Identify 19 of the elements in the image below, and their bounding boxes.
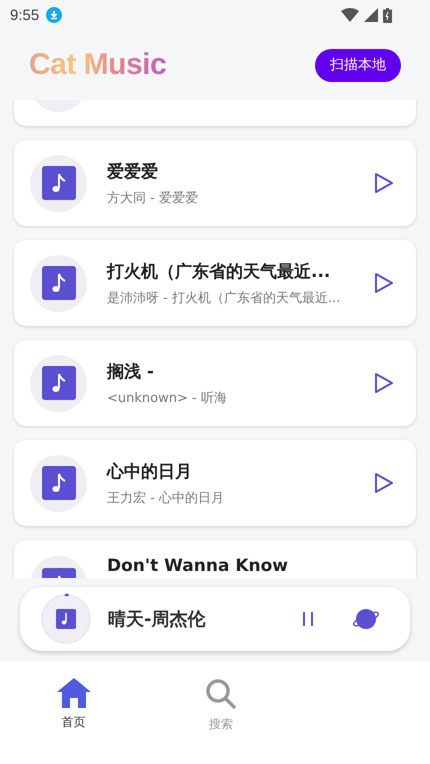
scan-button[interactable]: 扫描本地: [315, 48, 401, 82]
song-artist: 是沛沛呀 - 打火机（广东省的天气最近...: [107, 290, 342, 306]
song-title: 打火机（广东省的天气最近...: [107, 260, 332, 282]
song-card[interactable]: Don't Wanna Know: [14, 540, 416, 578]
song-artist: 方大同 - 爱爱爱: [107, 190, 199, 206]
song-artist: 王力宏 - 心中的日月: [107, 490, 225, 506]
song-title: 爱爱爱: [107, 160, 159, 182]
song-title: Don't Wanna Know: [107, 556, 290, 576]
song-card[interactable]: 搁浅 - <unknown> - 听海: [14, 340, 416, 426]
song-title: 心中的日月: [107, 460, 193, 482]
nav-tab[interactable]: 首页: [0, 677, 148, 737]
song-title: 搁浅 -: [107, 360, 155, 382]
mini-player[interactable]: 晴天-周杰伦: [20, 587, 410, 651]
now-playing-title: 晴天-周杰伦: [108, 608, 206, 631]
song-card[interactable]: 打火机（广东省的天气最近... 是沛沛呀 - 打火机（广东省的天气最近...: [14, 240, 416, 326]
status-time: 9:55: [10, 6, 40, 24]
song-card[interactable]: 爱爱爱 方大同 - 爱爱爱: [14, 140, 416, 226]
song-artist: <unknown> - 听海: [107, 390, 228, 406]
song-card[interactable]: 心中的日月 王力宏 - 心中的日月: [14, 440, 416, 526]
